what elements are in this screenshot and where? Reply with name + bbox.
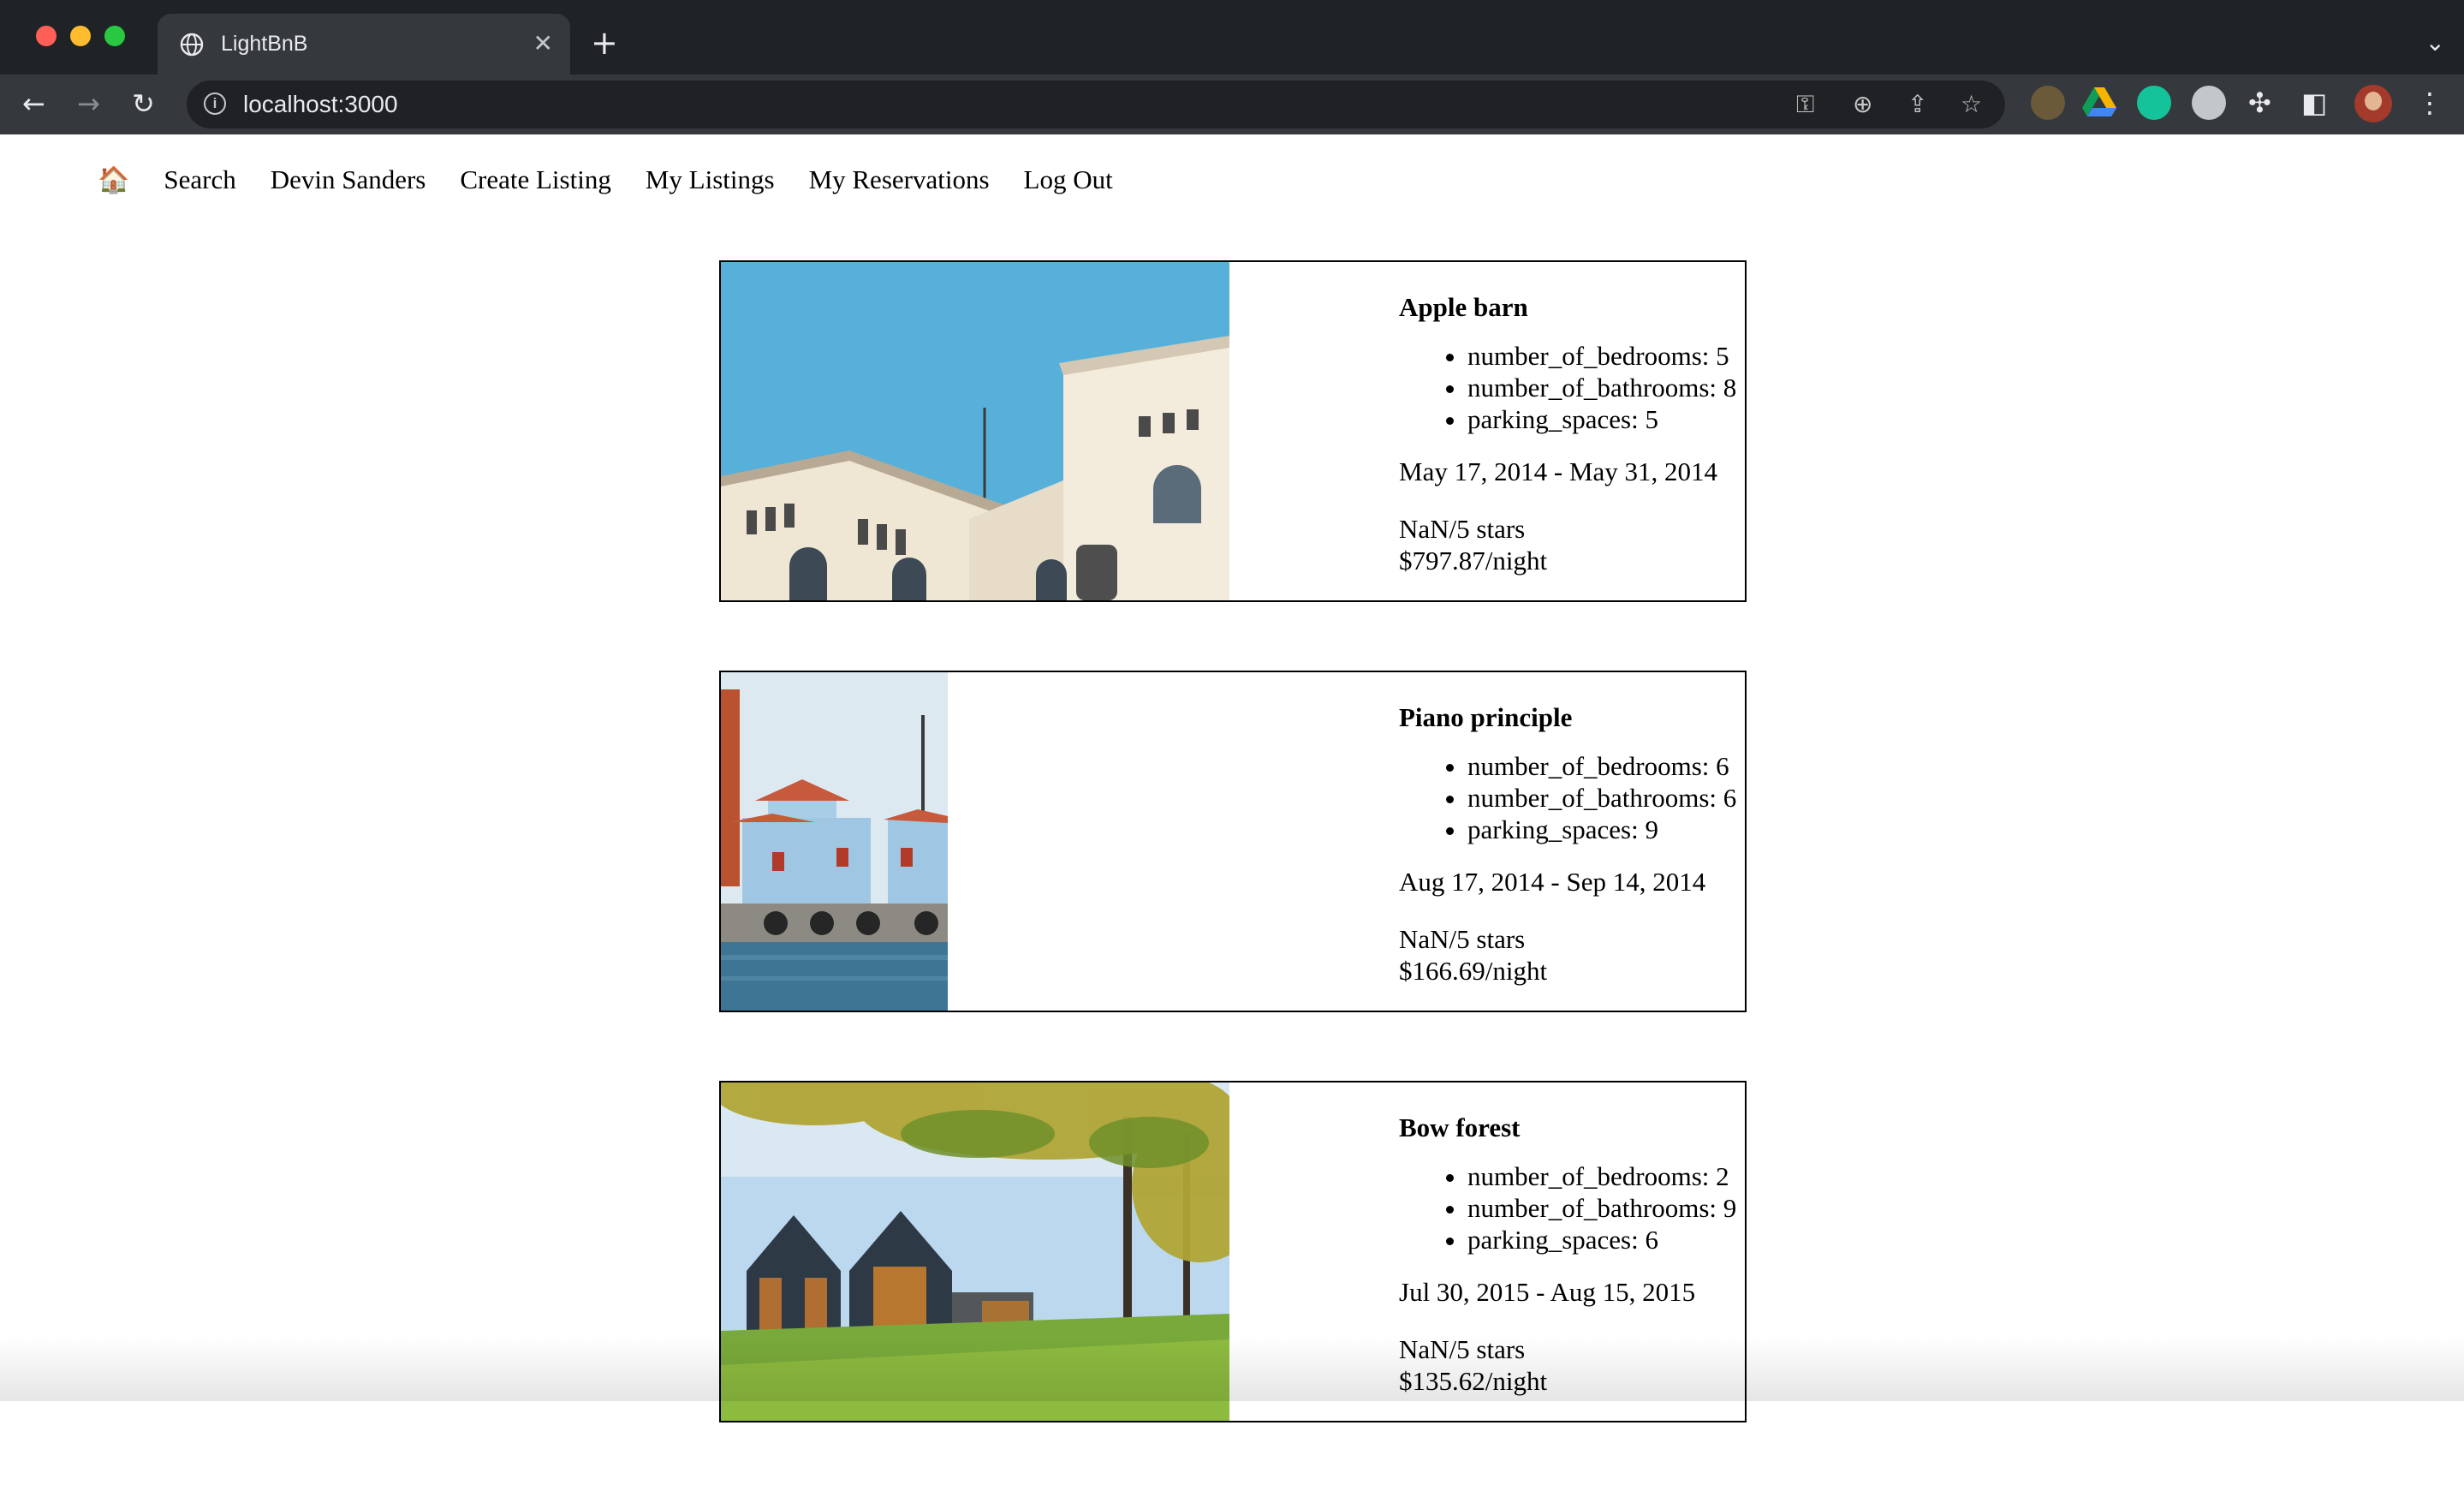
tab-search-chevron-icon[interactable]: ⌄ <box>2425 24 2445 62</box>
listing-rating: NaN/5 stars <box>1399 924 1526 954</box>
reservation-list: Apple barn number_of_bedrooms: 5 number_… <box>719 260 1747 1491</box>
side-panel-icon[interactable]: ◧ <box>2301 84 2327 122</box>
globe-icon <box>180 33 204 57</box>
nav-user-name[interactable]: Devin Sanders <box>271 164 426 195</box>
reservation-details: Bow forest number_of_bedrooms: 2 number_… <box>1399 1103 1745 1397</box>
listing-specs: number_of_bedrooms: 5 number_of_bathroom… <box>1399 340 1745 435</box>
harbor-house-photo-image <box>721 672 948 1011</box>
listing-title: Apple barn <box>1399 292 1528 322</box>
site-navigation: 🏠 Search Devin Sanders Create Listing My… <box>98 156 1113 204</box>
nav-search-link[interactable]: Search <box>164 164 235 195</box>
spec-bedrooms: number_of_bedrooms: 6 <box>1467 750 1745 782</box>
kebab-menu-icon[interactable]: ⋮ <box>2416 84 2443 122</box>
spec-bedrooms: number_of_bedrooms: 2 <box>1467 1160 1745 1192</box>
listing-rating: NaN/5 stars <box>1399 1334 1526 1364</box>
nav-my-listings-link[interactable]: My Listings <box>646 164 775 195</box>
listing-specs: number_of_bedrooms: 2 number_of_bathroom… <box>1399 1160 1745 1255</box>
listing-price: $166.69/night <box>1399 956 1548 986</box>
reload-icon[interactable]: ↻ <box>132 83 155 124</box>
google-drive-icon[interactable] <box>2082 87 2116 118</box>
spec-bathrooms: number_of_bathrooms: 9 <box>1467 1192 1745 1224</box>
grammarly-icon[interactable] <box>2137 86 2171 120</box>
listing-title: Bow forest <box>1399 1112 1521 1142</box>
spec-parking: parking_spaces: 9 <box>1467 814 1745 845</box>
puzzle-icon[interactable]: ✣ <box>2248 84 2271 122</box>
reservation-details: Apple barn number_of_bedrooms: 5 number_… <box>1399 283 1745 576</box>
site-info-icon[interactable]: i <box>204 92 226 115</box>
reservation-dates: Aug 17, 2014 - Sep 14, 2014 <box>1399 867 1706 897</box>
address-bar[interactable]: i localhost:3000 ⚿ ⊕ ⇪ ☆ <box>187 81 2005 128</box>
listing-photo <box>721 1082 1229 1421</box>
reservation-dates: Jul 30, 2015 - Aug 15, 2015 <box>1399 1277 1696 1307</box>
reservation-card: Piano principle number_of_bedrooms: 6 nu… <box>719 671 1747 1012</box>
extension-pencil-icon[interactable] <box>2031 86 2065 120</box>
minimize-window-button[interactable] <box>70 26 91 46</box>
avatar[interactable] <box>2354 85 2392 122</box>
reservation-dates: May 17, 2014 - May 31, 2014 <box>1399 456 1717 486</box>
forest-house-photo-image <box>721 1082 1229 1421</box>
close-window-button[interactable] <box>36 26 57 46</box>
key-icon[interactable]: ⚿ <box>1796 89 1814 120</box>
spec-parking: parking_spaces: 5 <box>1467 403 1745 435</box>
listing-rating: NaN/5 stars <box>1399 514 1526 544</box>
listing-title: Piano principle <box>1399 702 1573 732</box>
tab-title: LightBnB <box>221 32 308 56</box>
listing-price: $135.62/night <box>1399 1366 1548 1396</box>
browser-tab[interactable]: LightBnB ✕ <box>158 14 570 75</box>
reservation-card: Apple barn number_of_bedrooms: 5 number_… <box>719 260 1747 602</box>
spec-parking: parking_spaces: 6 <box>1467 1224 1745 1255</box>
spec-bedrooms: number_of_bedrooms: 5 <box>1467 340 1745 372</box>
listing-photo <box>721 672 948 1011</box>
browser-tab-bar: LightBnB ✕ + ⌄ <box>0 0 2464 75</box>
maximize-window-button[interactable] <box>104 26 125 46</box>
building-photo-image <box>721 262 1229 600</box>
reservation-card: Bow forest number_of_bedrooms: 2 number_… <box>719 1081 1747 1422</box>
nav-log-out-link[interactable]: Log Out <box>1024 164 1113 195</box>
listing-photo <box>721 262 1229 600</box>
star-icon[interactable]: ☆ <box>1961 89 1982 120</box>
back-arrow-icon[interactable]: ← <box>22 83 45 124</box>
reservation-details: Piano principle number_of_bedrooms: 6 nu… <box>1399 693 1745 987</box>
url-text[interactable]: localhost:3000 <box>243 89 398 120</box>
extension-settings-icon[interactable] <box>2192 86 2226 120</box>
new-tab-button[interactable]: + <box>591 24 618 62</box>
nav-create-listing-link[interactable]: Create Listing <box>460 164 610 195</box>
zoom-icon[interactable]: ⊕ <box>1853 89 1872 120</box>
spec-bathrooms: number_of_bathrooms: 6 <box>1467 782 1745 814</box>
nav-my-reservations-link[interactable]: My Reservations <box>809 164 990 195</box>
home-icon[interactable]: 🏠 <box>98 165 129 195</box>
listing-specs: number_of_bedrooms: 6 number_of_bathroom… <box>1399 750 1745 845</box>
spec-bathrooms: number_of_bathrooms: 8 <box>1467 372 1745 403</box>
listing-price: $797.87/night <box>1399 546 1548 576</box>
forward-arrow-icon[interactable]: → <box>77 83 100 124</box>
close-tab-icon[interactable]: ✕ <box>533 29 553 58</box>
share-icon[interactable]: ⇪ <box>1908 89 1927 120</box>
